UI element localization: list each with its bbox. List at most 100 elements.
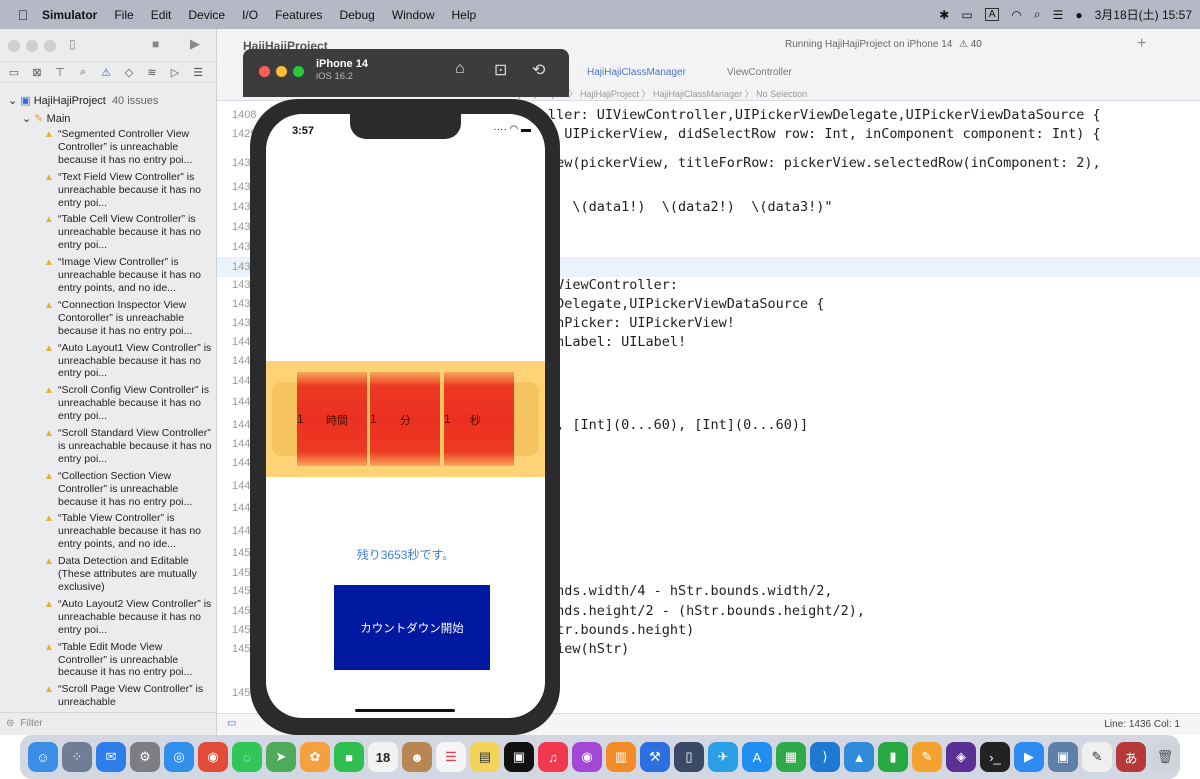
menu-app-name[interactable]: Simulator <box>42 8 97 22</box>
tab-hajihaji-class-manager[interactable]: HajiHajiClassManager <box>587 67 686 78</box>
notes-icon[interactable]: ▤ <box>470 742 500 772</box>
group-main[interactable]: ⌄ ✎ Main <box>22 112 70 125</box>
system-settings-icon[interactable]: ⚙ <box>130 742 160 772</box>
disclosure-icon[interactable]: ⌄ <box>22 113 34 125</box>
numbers-icon[interactable]: ▦ <box>776 742 806 772</box>
github-desktop-icon[interactable]: ◈ <box>946 742 976 772</box>
finder-icon[interactable]: ☺ <box>28 742 58 772</box>
spotlight-search-icon[interactable]: ⌕ <box>1034 7 1041 22</box>
home-icon[interactable]: ⌂ <box>455 60 465 78</box>
issues-icon[interactable]: ⚠ <box>99 66 113 79</box>
tab-view-controller[interactable]: ViewController <box>727 67 792 78</box>
list-item[interactable]: ▲ “Collection Section View Controller” is… <box>44 470 212 509</box>
list-item[interactable]: ▲ “Table View Controller” is unreachable … <box>44 512 212 551</box>
window-minimize-button[interactable] <box>26 40 38 52</box>
report-icon[interactable]: ☰ <box>191 66 205 79</box>
mail-icon[interactable]: ✉ <box>96 742 126 772</box>
pages-icon[interactable]: ✎ <box>912 742 942 772</box>
stop-icon[interactable]: ■ <box>152 37 159 51</box>
menu-help[interactable]: Help <box>452 8 477 22</box>
hierarchy-icon[interactable]: ⊤ <box>53 66 67 79</box>
books-icon[interactable]: ▥ <box>606 742 636 772</box>
calendar-icon[interactable]: 18 <box>368 742 398 772</box>
vscode-icon[interactable]: ⟩ <box>810 742 840 772</box>
bluetooth-icon[interactable]: ✱ <box>939 8 949 22</box>
start-countdown-button[interactable]: カウントダウン開始 <box>334 585 490 670</box>
safari-icon[interactable]: ◎ <box>164 742 194 772</box>
contacts-icon[interactable]: ☻ <box>402 742 432 772</box>
reminders-icon[interactable]: ☰ <box>436 742 466 772</box>
zoom-icon[interactable]: ▶ <box>1014 742 1044 772</box>
list-item[interactable]: ▲ “Text Field View Controller” is unreach… <box>44 171 212 210</box>
podcasts-icon[interactable]: ◉ <box>572 742 602 772</box>
list-item[interactable]: ▲ “Segmented Controller View Controller” … <box>44 128 212 167</box>
launchpad-icon[interactable]: ⁘ <box>62 742 92 772</box>
debug-area-toggle-icon[interactable]: ▭ <box>227 718 236 729</box>
menu-features[interactable]: Features <box>275 8 322 22</box>
facetime-icon[interactable]: ■ <box>334 742 364 772</box>
preview-icon[interactable]: ▣ <box>1048 742 1078 772</box>
menu-device[interactable]: Device <box>188 8 225 22</box>
testflight-icon[interactable]: ✈ <box>708 742 738 772</box>
project-tree-root[interactable]: ⌄ ▣ HajiHajiProject 40 issues <box>8 94 158 107</box>
list-item[interactable]: ▲ “Image View Controller” is unreachable … <box>44 256 212 295</box>
list-item[interactable]: ▲ “Auto Layout2 View Controller” is unrea… <box>44 598 212 637</box>
numbers2-icon[interactable]: ▮ <box>878 742 908 772</box>
sim-zoom-button[interactable] <box>293 66 304 77</box>
disclosure-icon[interactable]: ⌄ <box>8 95 20 107</box>
list-item[interactable]: ▲ “Auto Layout1 View Controller” is unrea… <box>44 342 212 381</box>
siri-icon[interactable]: ● <box>1075 8 1082 22</box>
window-zoom-button[interactable] <box>44 40 56 52</box>
phone-screen[interactable]: 3:57 ···· ◠ ▬ 1 時間 1 分 1 秒 残り3653秒です。 カウ… <box>266 114 545 718</box>
debug-icon[interactable]: ≋ <box>145 66 159 79</box>
appstore-icon[interactable]: A <box>742 742 772 772</box>
warning-count-badge[interactable]: ⚠ 40 <box>959 39 982 50</box>
menu-io[interactable]: I/O <box>242 8 258 22</box>
menubar-clock[interactable]: 3月18日(土) 15:57 <box>1095 6 1192 23</box>
control-center-icon[interactable]: ☰ <box>1053 8 1064 22</box>
breakpoint-icon[interactable]: ▷ <box>168 66 182 79</box>
list-item[interactable]: ▲ “Scroll Config View Controller” is unre… <box>44 384 212 423</box>
list-item[interactable]: ▲ “Table Cell View Controller” is unreach… <box>44 213 212 252</box>
battery-icon[interactable]: ▭ <box>961 8 972 22</box>
input-source-icon[interactable]: A <box>984 8 1000 21</box>
filter-icon[interactable]: ⊜ <box>6 718 14 729</box>
run-icon[interactable]: ▶ <box>190 36 200 52</box>
screenshot-icon[interactable]: ⊡ <box>494 60 507 80</box>
folder-icon[interactable]: ▭ <box>7 66 21 79</box>
add-icon[interactable]: + <box>1137 35 1146 53</box>
tests-icon[interactable]: ◇ <box>122 66 136 79</box>
chrome-icon[interactable]: ◉ <box>198 742 228 772</box>
find-icon[interactable]: ⌕ <box>76 66 90 79</box>
kotoeri-icon[interactable]: あ <box>1116 742 1146 772</box>
menu-edit[interactable]: Edit <box>151 8 172 22</box>
trash-icon[interactable]: 🗑 <box>1150 742 1180 772</box>
list-item[interactable]: ▲ “Scroll Page View Controller” is unreac… <box>44 683 212 709</box>
appletv-icon[interactable]: ▣ <box>504 742 534 772</box>
sidebar-toggle-icon[interactable]: ▯ <box>69 37 76 51</box>
list-item[interactable]: ▲ Data Detection and Editable (These attr… <box>44 555 212 594</box>
xcode-icon[interactable]: ⚒ <box>640 742 670 772</box>
menu-file[interactable]: File <box>114 8 133 22</box>
music-icon[interactable]: ♫ <box>538 742 568 772</box>
textedit-icon[interactable]: ✎ <box>1082 742 1112 772</box>
photos-icon[interactable]: ✿ <box>300 742 330 772</box>
list-item[interactable]: ▲ “Scroll Standard View Controller” is un… <box>44 427 212 466</box>
wifi-icon[interactable]: ◠ <box>1011 8 1021 22</box>
rotate-icon[interactable]: ⟲ <box>532 60 545 80</box>
window-close-button[interactable] <box>8 40 20 52</box>
menu-window[interactable]: Window <box>392 8 435 22</box>
apple-icon[interactable]:  <box>14 7 32 23</box>
sim-close-button[interactable] <box>259 66 270 77</box>
terminal-icon[interactable]: ›_ <box>980 742 1010 772</box>
sim-minimize-button[interactable] <box>276 66 287 77</box>
menu-debug[interactable]: Debug <box>339 8 374 22</box>
home-indicator[interactable] <box>355 709 455 712</box>
simulator-icon[interactable]: ▯ <box>674 742 704 772</box>
messages-icon[interactable]: ◌ <box>232 742 262 772</box>
list-item[interactable]: ▲ “Table Edit Mode View Controller” is un… <box>44 641 212 680</box>
maps-icon[interactable]: ➤ <box>266 742 296 772</box>
list-item[interactable]: ▲ “Connection Inspector View Contoroller”… <box>44 299 212 338</box>
source-control-icon[interactable]: ⊠ <box>30 66 44 79</box>
keynote-icon[interactable]: ▲ <box>844 742 874 772</box>
